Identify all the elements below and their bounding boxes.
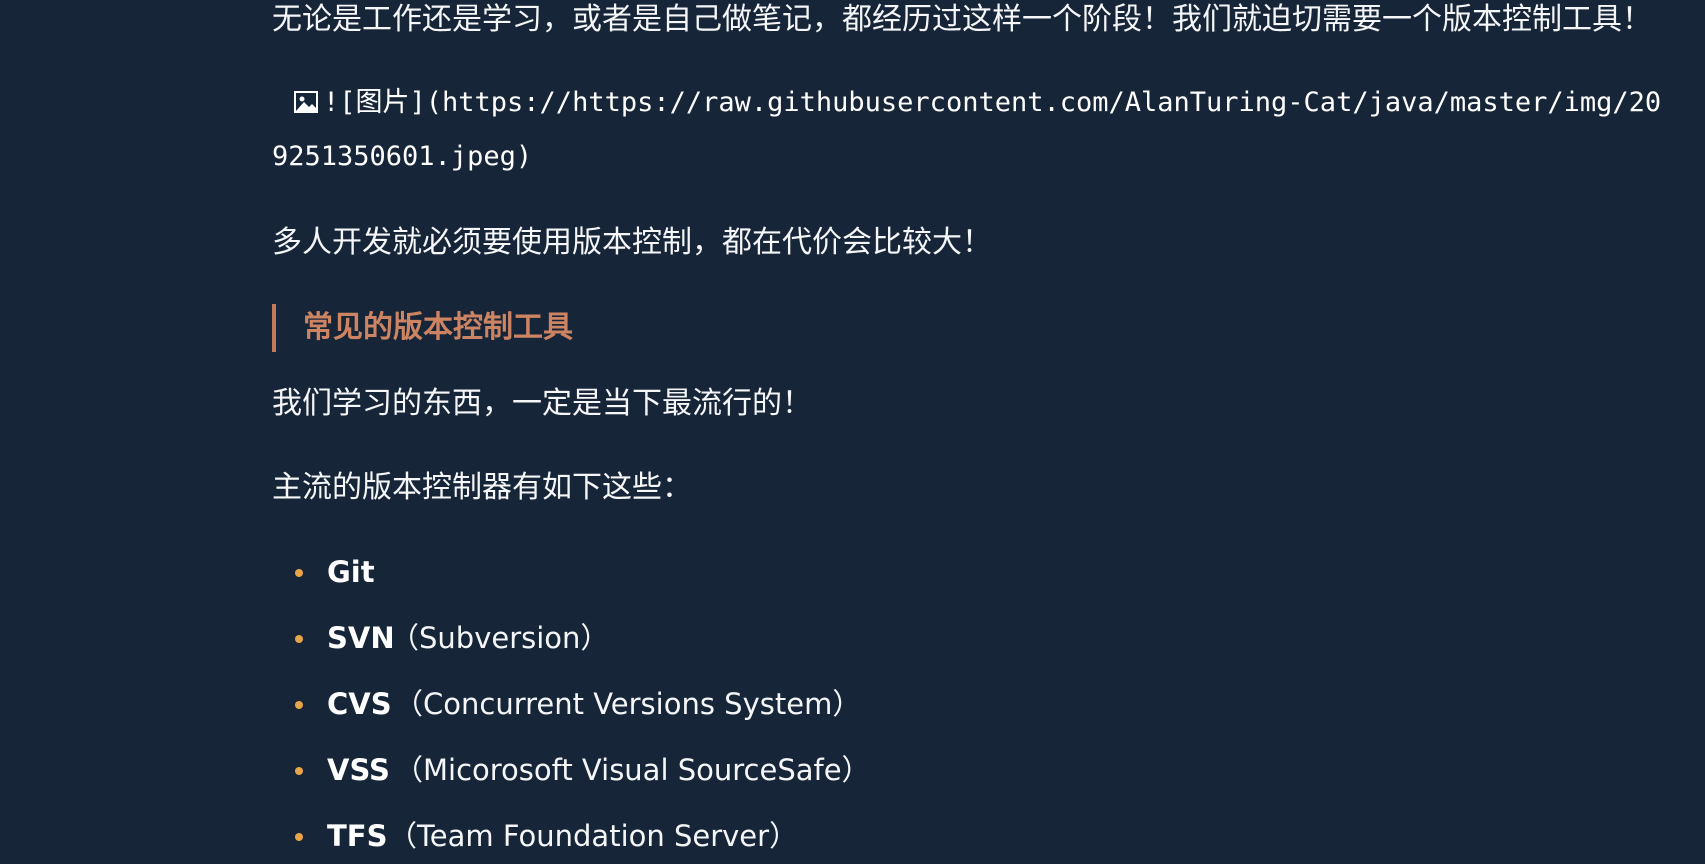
bullet-icon xyxy=(295,569,303,577)
image-markdown-text[interactable]: ![图片](https://https://raw.githubusercont… xyxy=(323,87,1661,118)
tool-description: （Concurrent Versions System） xyxy=(394,687,862,721)
image-markdown-continuation[interactable]: 9251350601.jpeg) xyxy=(272,137,532,177)
document-content: 无论是工作还是学习，或者是自己做笔记，都经历过这样一个阶段！我们就迫切需要一个版… xyxy=(272,0,1705,864)
bullet-icon xyxy=(295,833,303,841)
mainstream-paragraph: 主流的版本控制器有如下这些： xyxy=(272,470,692,505)
team-paragraph: 多人开发就必须要使用版本控制，都在代价会比较大！ xyxy=(272,225,992,260)
tool-description: （Subversion） xyxy=(390,621,610,655)
tool-name: TFS xyxy=(327,819,388,853)
tool-description: （Team Foundation Server） xyxy=(388,819,799,853)
broken-image-icon xyxy=(293,86,319,113)
tool-name: VSS xyxy=(327,753,390,787)
bullet-icon xyxy=(295,767,303,775)
tool-name: Git xyxy=(327,555,375,589)
bullet-icon xyxy=(295,635,303,643)
section-heading: 常见的版本控制工具 xyxy=(272,304,573,352)
tool-name: SVN xyxy=(327,621,395,655)
learn-paragraph: 我们学习的东西，一定是当下最流行的！ xyxy=(272,386,812,421)
intro-paragraph: 无论是工作还是学习，或者是自己做笔记，都经历过这样一个阶段！我们就迫切需要一个版… xyxy=(272,2,1652,37)
tool-description: （Micorosoft Visual SourceSafe） xyxy=(394,753,871,787)
tool-name: CVS xyxy=(327,687,392,721)
image-markdown-line: ![图片](https://https://raw.githubusercont… xyxy=(272,83,1661,123)
bullet-icon xyxy=(295,701,303,709)
